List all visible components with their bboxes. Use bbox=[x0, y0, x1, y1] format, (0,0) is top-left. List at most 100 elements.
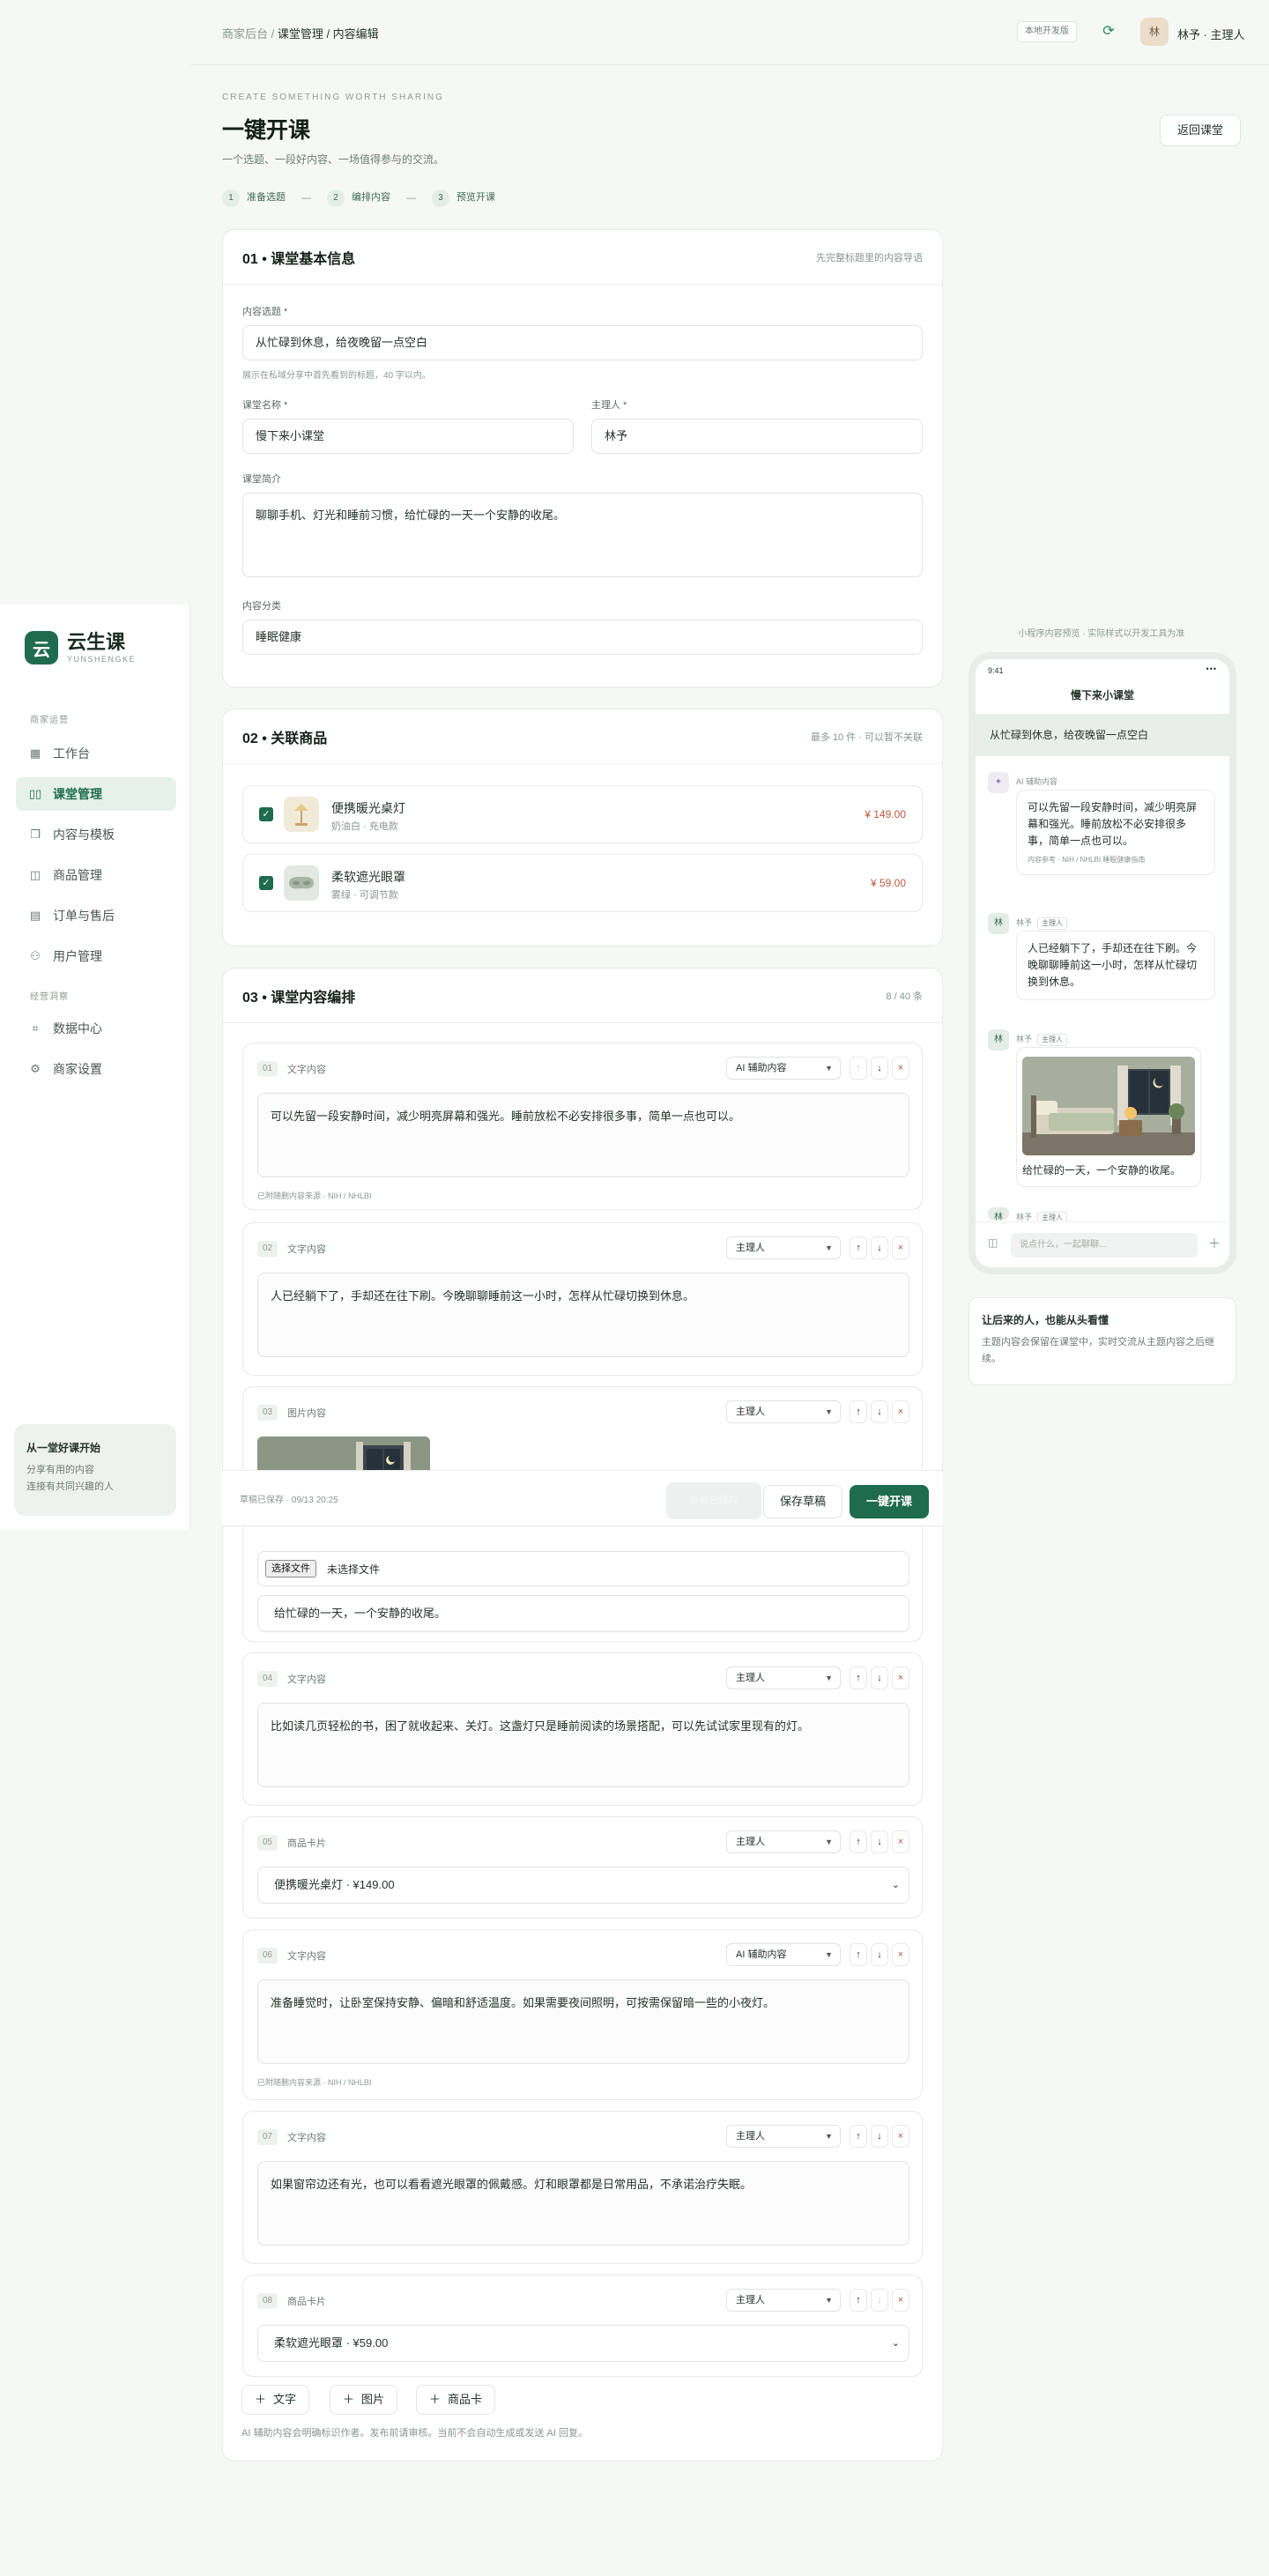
plus-icon: ＋ bbox=[255, 2393, 267, 2406]
move-down-button[interactable]: ↓ bbox=[871, 1830, 888, 1853]
sidebar-item-dashboard[interactable]: ▦ 工作台 bbox=[16, 737, 176, 770]
topic-input[interactable]: 从忙碌到休息，给夜晚留一点空白 bbox=[242, 325, 923, 360]
sidebar-item-classroom[interactable]: ▯▯ 课堂管理 bbox=[16, 777, 176, 811]
block-type: 文字内容 bbox=[287, 2133, 326, 2143]
author-select[interactable]: 主理人 ▼ bbox=[726, 1236, 841, 1259]
move-down-button[interactable]: ↓ bbox=[871, 1236, 888, 1259]
author-select-value: 主理人 bbox=[736, 1243, 765, 1253]
block-textarea[interactable]: 比如读几页轻松的书，困了就收起来、关灯。这盏灯只是睡前阅读的场景搭配，可以先试试… bbox=[257, 1703, 909, 1787]
author-select[interactable]: 主理人 ▼ bbox=[726, 2125, 841, 2148]
product-thumbnail-lamp bbox=[284, 797, 319, 832]
product-select[interactable]: 便携暖光桌灯 · ¥149.00 ⌄ bbox=[257, 1867, 909, 1904]
author-name: 林予 bbox=[1016, 918, 1033, 927]
topbar: 商家后台 / 课堂管理 / 内容编辑 本地开发版 ⟳ 林 林予 · 主理人 bbox=[190, 0, 1269, 65]
author-select[interactable]: 主理人 ▼ bbox=[726, 2289, 841, 2312]
user-name[interactable]: 林予 · 主理人 bbox=[1177, 26, 1245, 42]
move-up-button[interactable]: ↑ bbox=[850, 1400, 867, 1423]
delete-button[interactable]: × bbox=[892, 1236, 909, 1259]
author-select[interactable]: 主理人 ▼ bbox=[726, 1830, 841, 1853]
move-down-button[interactable]: ↓ bbox=[871, 2125, 888, 2148]
plus-icon[interactable]: ＋ bbox=[1208, 1235, 1221, 1252]
content-block: 02 文字内容 主理人 ▼ ↑ ↓ × 人已经躺下了，手却还在往下刷。今晚聊聊睡前… bbox=[242, 1222, 923, 1376]
author-select[interactable]: 主理人 ▼ bbox=[726, 1400, 841, 1423]
chevron-down-icon: ▼ bbox=[825, 1064, 833, 1073]
move-up-button[interactable]: ↑ bbox=[850, 1667, 867, 1689]
step-3: 3 预览开课 bbox=[432, 189, 495, 207]
phone-message-input[interactable]: 说点什么，一起聊聊... bbox=[1011, 1233, 1198, 1258]
checkbox-checked-icon[interactable]: ✓ bbox=[259, 807, 273, 821]
block-type: 文字内容 bbox=[287, 1674, 326, 1685]
move-down-button[interactable]: ↓ bbox=[871, 1667, 888, 1689]
move-up-button[interactable]: ↑ bbox=[850, 1236, 867, 1259]
product-row[interactable]: ✓ 柔软遮光眼罩 雾绿 · 可调节款 ¥ 59.00 bbox=[242, 854, 923, 912]
publish-button[interactable]: 一键开课 bbox=[850, 1485, 929, 1518]
block-textarea[interactable]: 可以先留一段安静时间，减少明亮屏幕和强光。睡前放松不必安排很多事，简单一点也可以… bbox=[257, 1093, 909, 1177]
delete-button[interactable]: × bbox=[892, 1400, 909, 1423]
move-up-button[interactable]: ↑ bbox=[850, 2125, 867, 2148]
move-down-button[interactable]: ↓ bbox=[871, 1400, 888, 1423]
delete-button[interactable]: × bbox=[892, 2289, 909, 2312]
phone-time: 9:41 bbox=[988, 666, 1004, 675]
product-select-value: 柔软遮光眼罩 · ¥59.00 bbox=[274, 2336, 389, 2350]
sidebar-item-orders[interactable]: ▤ 订单与售后 bbox=[16, 899, 176, 932]
save-bar: 草稿已保存 · 09/13 20:25 草稿已保存 保存草稿 一键开课 bbox=[222, 1470, 943, 1526]
sidebar-item-data[interactable]: ⌗ 数据中心 bbox=[16, 1012, 176, 1045]
back-to-classroom-button[interactable]: 返回课堂 bbox=[1160, 115, 1241, 146]
class-name-input[interactable]: 慢下来小课堂 bbox=[242, 419, 574, 454]
move-down-button[interactable]: ↓ bbox=[871, 1943, 888, 1966]
add-product-button[interactable]: ＋ 商品卡 bbox=[416, 2385, 496, 2415]
move-up-button[interactable]: ↑ bbox=[850, 1943, 867, 1966]
brand[interactable]: 云 云生课 YUNSHENGKE bbox=[25, 631, 136, 664]
refresh-icon[interactable]: ⟳ bbox=[1098, 21, 1119, 42]
delete-button[interactable]: × bbox=[892, 1057, 909, 1080]
category-input[interactable]: 睡眠健康 bbox=[242, 620, 923, 655]
add-text-button[interactable]: ＋ 文字 bbox=[241, 2385, 310, 2415]
move-up-button[interactable]: ↑ bbox=[850, 2289, 867, 2312]
author-select[interactable]: 主理人 ▼ bbox=[726, 1667, 841, 1689]
sidebar-item-label: 商家设置 bbox=[53, 1062, 102, 1076]
move-down-button[interactable]: ↓ bbox=[871, 2289, 888, 2312]
message-author: 林予 主理人 bbox=[1016, 1033, 1068, 1046]
author-select-value: 主理人 bbox=[736, 1673, 765, 1683]
sidebar-item-templates[interactable]: ❐ 内容与模板 bbox=[16, 818, 176, 851]
bag-icon[interactable]: ◫ bbox=[988, 1236, 998, 1249]
sidebar-item-users[interactable]: ⚇ 用户管理 bbox=[16, 939, 176, 973]
move-up-button[interactable]: ↑ bbox=[850, 1057, 867, 1080]
add-image-button[interactable]: ＋ 图片 bbox=[330, 2385, 398, 2415]
product-sku: 雾绿 · 可调节款 bbox=[331, 890, 398, 901]
block-textarea[interactable]: 人已经躺下了，手却还在往下刷。今晚聊聊睡前这一小时，怎样从忙碌切换到休息。 bbox=[257, 1273, 909, 1357]
move-up-button[interactable]: ↑ bbox=[850, 1830, 867, 1853]
product-select[interactable]: 柔软遮光眼罩 · ¥59.00 ⌄ bbox=[257, 2325, 909, 2362]
author-select[interactable]: AI 辅助内容 ▼ bbox=[726, 1943, 841, 1966]
block-number: 06 bbox=[257, 1948, 278, 1964]
author-select[interactable]: AI 辅助内容 ▼ bbox=[726, 1057, 841, 1080]
step-number: 1 bbox=[222, 189, 240, 207]
host-input[interactable]: 林予 bbox=[591, 419, 923, 454]
add-text-label: 文字 bbox=[273, 2393, 297, 2406]
sidebar-item-settings[interactable]: ⚙ 商家设置 bbox=[16, 1052, 176, 1086]
product-row[interactable]: ✓ 便携暖光桌灯 奶油白 · 充电款 ¥ 149.00 bbox=[242, 785, 923, 843]
avatar[interactable]: 林 bbox=[1140, 18, 1169, 46]
save-draft-button[interactable]: 保存草稿 bbox=[763, 1485, 842, 1518]
sidebar-item-products[interactable]: ◫ 商品管理 bbox=[16, 858, 176, 892]
category-label: 内容分类 bbox=[242, 601, 281, 612]
nav-section-merchant: 商家运营 bbox=[30, 716, 69, 725]
breadcrumb: 商家后台 / 课堂管理 / 内容编辑 bbox=[222, 25, 379, 41]
delete-button[interactable]: × bbox=[892, 1667, 909, 1689]
author-name: 林予 bbox=[1016, 1035, 1033, 1043]
intro-textarea[interactable]: 聊聊手机、灯光和睡前习惯，给忙碌的一天一个安静的收尾。 bbox=[242, 493, 923, 577]
file-status: 未选择文件 bbox=[327, 1563, 381, 1576]
block-source-note: 已附随删内容来源 · NIH / NHLBI bbox=[257, 1191, 372, 1200]
delete-button[interactable]: × bbox=[892, 1943, 909, 1966]
choose-file-button[interactable]: 选择文件 bbox=[265, 1560, 316, 1578]
block-textarea[interactable]: 准备睡觉时，让卧室保持安静、偏暗和舒适温度。如果需要夜间照明，可按需保留暗一些的… bbox=[257, 1979, 909, 2064]
author-tag: 主理人 bbox=[1037, 1034, 1068, 1046]
image-caption-input[interactable]: 给忙碌的一天，一个安静的收尾。 bbox=[257, 1595, 909, 1632]
delete-button[interactable]: × bbox=[892, 2125, 909, 2148]
breadcrumb-root[interactable]: 商家后台 / bbox=[222, 27, 278, 41]
delete-button[interactable]: × bbox=[892, 1830, 909, 1853]
move-down-button[interactable]: ↓ bbox=[871, 1057, 888, 1080]
checkbox-checked-icon[interactable]: ✓ bbox=[259, 876, 273, 890]
file-picker[interactable]: 选择文件 未选择文件 bbox=[257, 1551, 909, 1586]
block-textarea[interactable]: 如果窗帘边还有光，也可以看看遮光眼罩的佩戴感。灯和眼罩都是日常用品，不承诺治疗失… bbox=[257, 2161, 909, 2246]
